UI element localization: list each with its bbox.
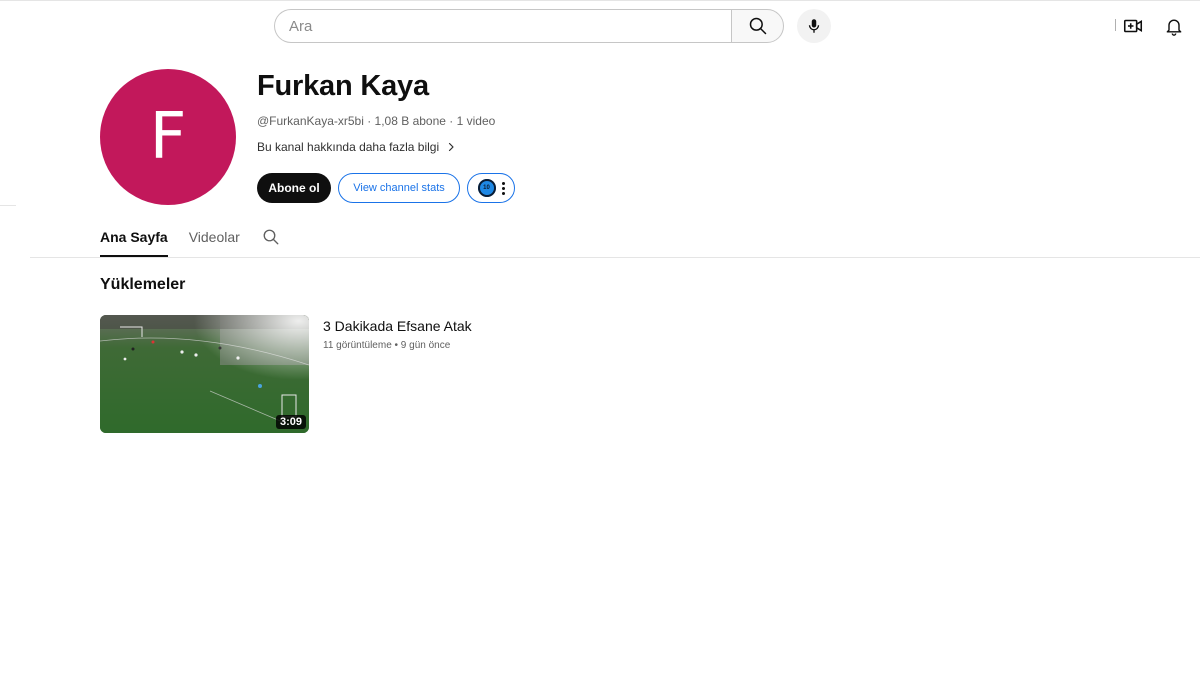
mic-icon bbox=[808, 19, 820, 33]
sidebar-edge bbox=[0, 205, 16, 206]
extension-button[interactable]: 10 bbox=[467, 173, 515, 203]
create-video-icon bbox=[1123, 19, 1143, 33]
extension-logo-icon: 10 bbox=[477, 179, 496, 197]
notifications-button[interactable] bbox=[1162, 14, 1186, 38]
tabs-divider bbox=[30, 257, 1200, 258]
channel-name: Furkan Kaya bbox=[257, 70, 429, 102]
more-vert-icon bbox=[501, 181, 505, 195]
video-card[interactable]: 3:09 3 Dakikada Efsane Atak 11 görüntüle… bbox=[100, 315, 520, 433]
search-icon bbox=[749, 17, 766, 35]
channel-tabs: Ana Sayfa Videolar bbox=[100, 222, 261, 258]
channel-avatar: F bbox=[100, 69, 236, 205]
video-meta: 11 görüntüleme • 9 gün önce bbox=[323, 340, 451, 351]
chevron-right-icon bbox=[449, 142, 454, 152]
channel-about-link[interactable]: Bu kanal hakkında daha fazla bilgi bbox=[257, 140, 457, 154]
channel-about-text: Bu kanal hakkında daha fazla bilgi bbox=[257, 140, 440, 154]
tab-videos[interactable]: Videolar bbox=[189, 222, 240, 258]
channel-meta: @FurkanKaya-xr5bi · 1,08 B abone · 1 vid… bbox=[257, 114, 496, 128]
bell-icon bbox=[1166, 19, 1182, 36]
avatar-letter: F bbox=[149, 100, 187, 174]
search-input[interactable] bbox=[274, 9, 731, 43]
voice-search-button[interactable] bbox=[797, 9, 831, 43]
subscribe-button[interactable]: Abone ol bbox=[257, 173, 331, 203]
video-title[interactable]: 3 Dakikada Efsane Atak bbox=[323, 318, 472, 334]
top-divider bbox=[1115, 19, 1116, 31]
section-title-uploads: Yüklemeler bbox=[100, 276, 186, 293]
tab-home[interactable]: Ana Sayfa bbox=[100, 222, 168, 258]
view-channel-stats-button[interactable]: View channel stats bbox=[338, 173, 460, 203]
search-icon[interactable] bbox=[262, 228, 280, 246]
search-button[interactable] bbox=[731, 9, 784, 43]
create-button[interactable] bbox=[1121, 14, 1145, 38]
video-duration: 3:09 bbox=[275, 415, 306, 429]
video-thumbnail[interactable]: 3:09 bbox=[100, 315, 309, 433]
top-bar bbox=[0, 0, 1200, 50]
search-box bbox=[274, 9, 784, 43]
